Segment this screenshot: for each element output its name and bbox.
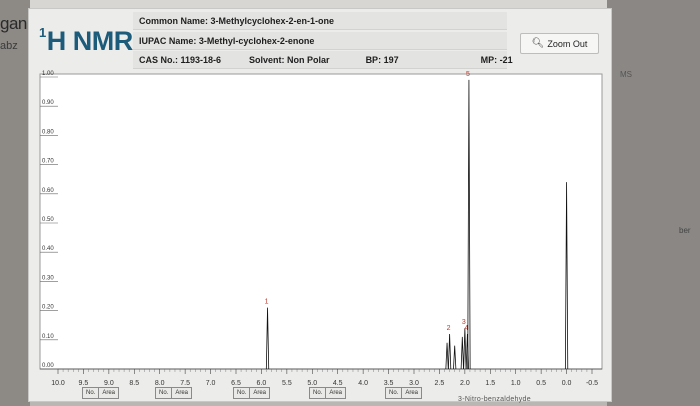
y-tick-label: 0.80 [42, 129, 54, 135]
y-tick-label: 0.30 [42, 275, 54, 281]
plot-area [39, 73, 603, 370]
area-no-label: No. [156, 388, 173, 398]
peak-label: 5 [466, 71, 470, 78]
x-tick-label: 7.0 [206, 380, 216, 387]
area-integration-button[interactable]: No. Area [385, 387, 423, 399]
x-tick-label: 10.0 [51, 380, 65, 387]
background-footer-text: 3-Nitro-benzaldehyde [458, 396, 531, 403]
y-tick-label: 0.20 [42, 305, 54, 311]
x-axis: 10.0 9.5 9.0 8.5 8.0 7.5 7.0 6.5 6.0 5.5 5.0 4.5 4.0… [51, 369, 598, 387]
x-tick-label: 4.0 [358, 380, 368, 387]
x-tick-label: 1.0 [511, 380, 521, 387]
x-tick-label: 1.5 [485, 380, 495, 387]
area-no-label: No. [83, 388, 100, 398]
x-tick-label: 9.0 [104, 380, 114, 387]
y-tick-label: 0.10 [42, 334, 54, 340]
x-tick-label: 6.5 [231, 380, 241, 387]
area-integration-button[interactable]: No. Area [155, 387, 193, 399]
area-no-label: No. [234, 388, 251, 398]
area-no-label: No. [386, 388, 403, 398]
area-no-label: No. [310, 388, 327, 398]
x-tick-label: 0.0 [562, 380, 572, 387]
x-tick-label: 5.5 [282, 380, 292, 387]
y-tick-label: 0.90 [42, 100, 54, 106]
peak-label: 1 [265, 299, 269, 306]
x-tick-label: 4.5 [333, 380, 343, 387]
area-label: Area [175, 390, 189, 396]
x-tick-label: 3.5 [384, 380, 394, 387]
area-label: Area [405, 390, 419, 396]
y-tick-label: 0.50 [42, 217, 54, 223]
y-tick-label: 0.70 [42, 159, 54, 165]
x-tick-label: 8.0 [155, 380, 165, 387]
area-label: Area [102, 390, 116, 396]
x-tick-label: -0.5 [586, 380, 598, 387]
area-label: Area [329, 390, 343, 396]
area-label: Area [253, 390, 267, 396]
x-tick-label: 0.5 [536, 380, 546, 387]
y-tick-label: 0.40 [42, 246, 54, 252]
x-tick-label: 7.5 [180, 380, 190, 387]
x-tick-label: 8.5 [129, 380, 139, 387]
area-integration-button[interactable]: No. Area [309, 387, 347, 399]
y-tick-label: 0.60 [42, 188, 54, 194]
area-integration-button[interactable]: No. Area [233, 387, 271, 399]
y-tick-label: 0.00 [42, 363, 54, 369]
x-tick-label: 3.0 [409, 380, 419, 387]
x-tick-label: 2.5 [435, 380, 445, 387]
x-tick-label: 6.0 [257, 380, 267, 387]
y-tick-label: 1.00 [42, 71, 54, 77]
x-tick-label: 2.0 [460, 380, 470, 387]
nmr-spectrum-chart: 0.00 0.10 0.20 0.30 0.40 0.50 0.60 0.70 0.80 0.90… [39, 71, 603, 387]
x-tick-label: 9.5 [79, 380, 89, 387]
x-tick-label: 5.0 [307, 380, 317, 387]
peak-label: 2 [447, 325, 451, 332]
area-integration-button[interactable]: No. Area [82, 387, 120, 399]
